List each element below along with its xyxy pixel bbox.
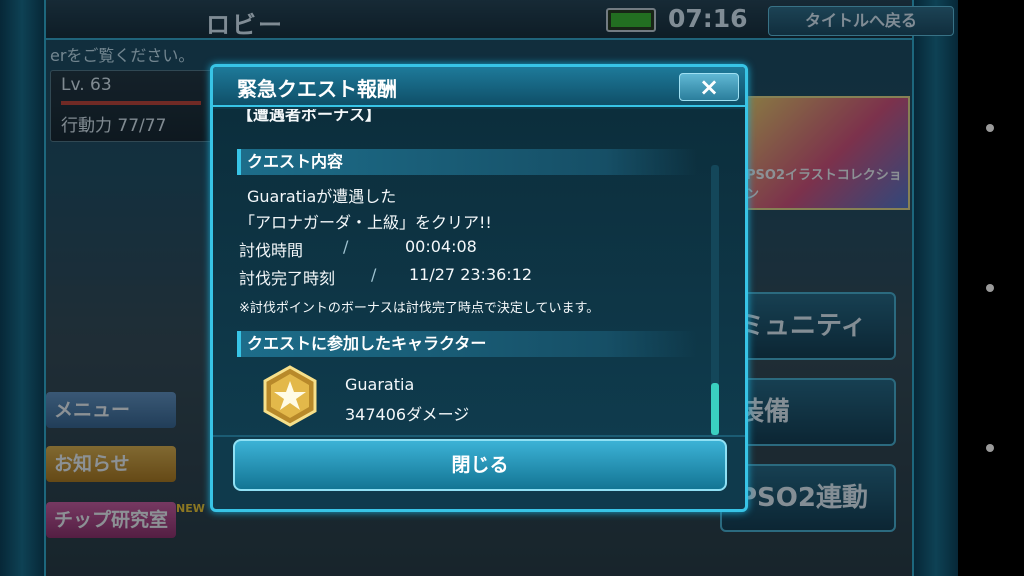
dialog-body[interactable]: 【遭遇者ボーナス】 クエスト内容 Guaratiaが遭遇した 「アロナガーダ・上… bbox=[213, 109, 745, 435]
clear-time-value: 00:04:08 bbox=[405, 237, 477, 256]
quest-details-header: クエスト内容 bbox=[237, 149, 697, 175]
completion-time-value: 11/27 23:36:12 bbox=[409, 265, 533, 284]
bonus-note: ※討伐ポイントのボーナスは討伐完了時点で決定しています。 bbox=[239, 301, 600, 316]
game-screen: ロビー 07:16 タイトルへ戻る erをご覧ください。 Lv. 63 行動力 … bbox=[0, 0, 958, 576]
character-damage: 347406ダメージ bbox=[345, 405, 470, 424]
dialog-divider bbox=[213, 435, 745, 437]
nav-recents-icon[interactable] bbox=[986, 444, 994, 452]
close-icon[interactable]: × bbox=[679, 73, 739, 101]
nav-back-icon[interactable] bbox=[986, 124, 994, 132]
nav-home-icon[interactable] bbox=[986, 284, 994, 292]
dialog-title: 緊急クエスト報酬 bbox=[237, 77, 397, 101]
completion-time-label: 討伐完了時刻 bbox=[239, 269, 336, 288]
rank-emblem-icon bbox=[263, 365, 317, 427]
bonus-row: 【遭遇者ボーナス】 bbox=[237, 109, 382, 124]
quest-desc-line1: Guaratiaが遭遇した bbox=[247, 187, 397, 206]
scrollbar-thumb[interactable] bbox=[711, 383, 719, 435]
clear-time-label: 討伐時間 bbox=[239, 241, 304, 260]
completion-time-separator: / bbox=[371, 265, 377, 284]
close-button[interactable]: 閉じる bbox=[233, 439, 727, 491]
quest-desc-line2: 「アロナガーダ・上級」をクリア!! bbox=[239, 213, 492, 232]
participants-header: クエストに参加したキャラクター bbox=[237, 331, 697, 357]
dialog-header: 緊急クエスト報酬 × bbox=[213, 67, 745, 107]
android-nav-bar bbox=[958, 0, 1024, 576]
quest-reward-dialog: 緊急クエスト報酬 × 【遭遇者ボーナス】 クエスト内容 Guaratiaが遭遇し… bbox=[210, 64, 748, 512]
character-name: Guaratia bbox=[345, 375, 415, 394]
clear-time-separator: / bbox=[343, 237, 349, 256]
